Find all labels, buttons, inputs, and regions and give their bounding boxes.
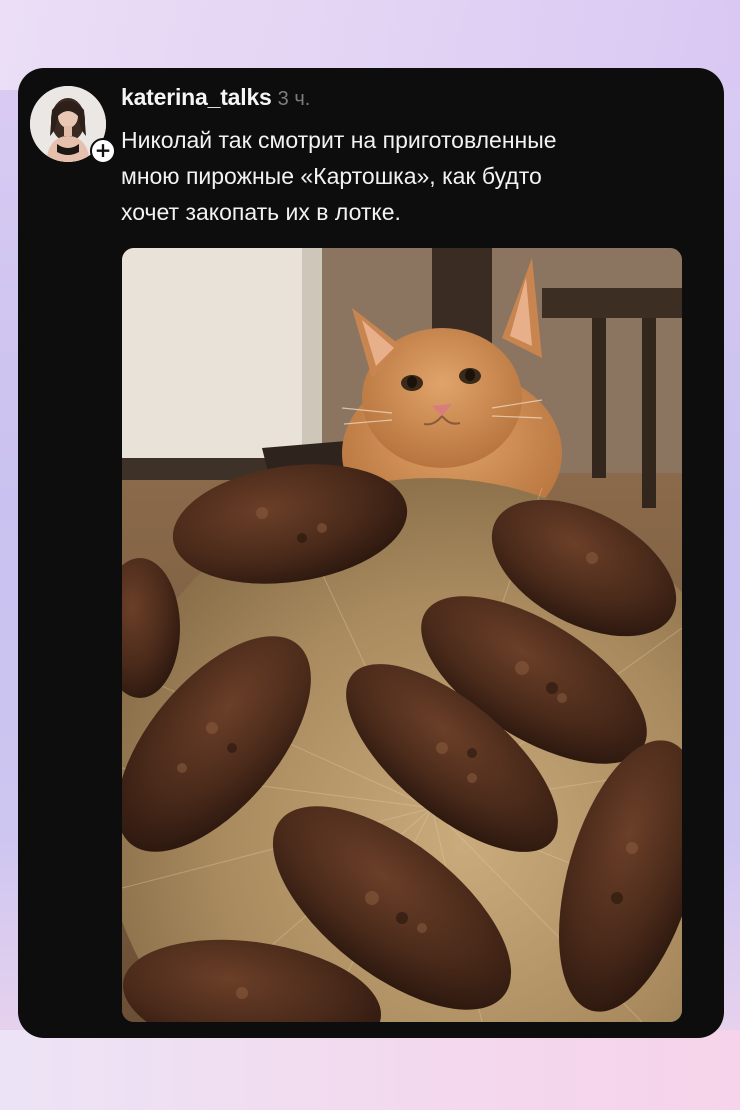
avatar-container[interactable]: + — [30, 86, 116, 164]
timestamp: 3 ч. — [277, 88, 311, 110]
post-image-icon — [122, 248, 682, 1022]
post-header: katerina_talks 3 ч. — [121, 84, 310, 114]
post-card: + katerina_talks 3 ч. Николай так смотри… — [18, 68, 724, 1038]
username[interactable]: katerina_talks — [121, 84, 272, 111]
background-bottom-glow — [0, 1030, 740, 1110]
post-text: Николай так смотрит на приготовленные мн… — [121, 127, 557, 225]
post-photo[interactable] — [122, 248, 682, 1022]
plus-icon[interactable]: + — [90, 138, 116, 164]
